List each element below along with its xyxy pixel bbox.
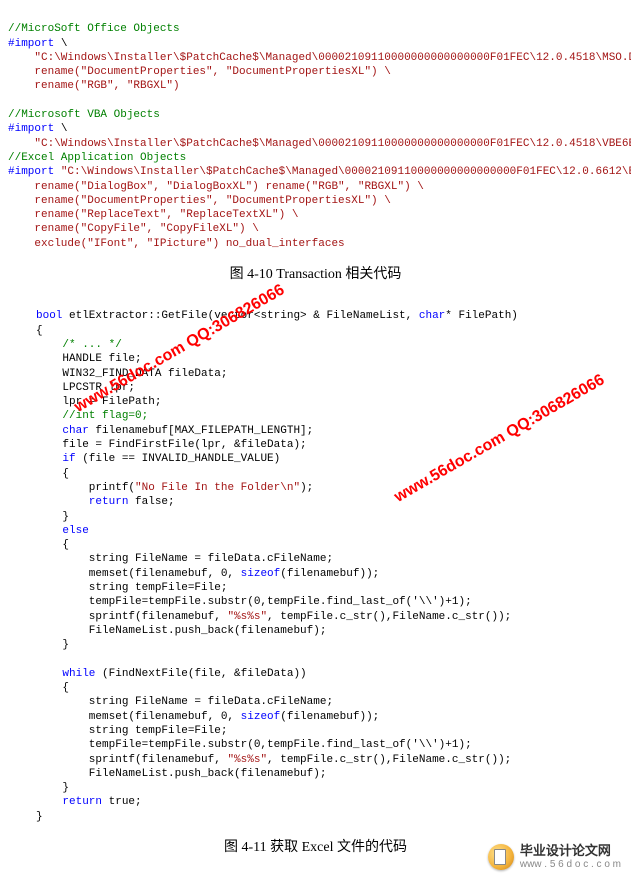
- code-block-getfile: bool etlExtractor::GetFile(vector<string…: [36, 295, 623, 824]
- comment-line: //Microsoft VBA Objects: [8, 109, 160, 121]
- footer-logo-icon: [488, 844, 514, 870]
- footer-title: 毕业设计论文网: [520, 844, 621, 858]
- string-line: "C:\Windows\Installer\$PatchCache$\Manag…: [8, 138, 631, 150]
- pp-line: #import: [8, 38, 61, 50]
- string-line: rename("DialogBox", "DialogBoxXL") renam…: [8, 181, 424, 193]
- site-footer-logo: 毕业设计论文网 www . 5 6 d o c . c o m: [488, 844, 621, 870]
- code-block-import: //MicroSoft Office Objects #import \ "C:…: [8, 8, 623, 251]
- comment-line: //MicroSoft Office Objects: [8, 23, 180, 35]
- figure-caption-4-10: 图 4-10 Transaction 相关代码: [8, 263, 623, 283]
- string-line: exclude("IFont", "IPicture") no_dual_int…: [8, 238, 345, 250]
- string-line: "C:\Windows\Installer\$PatchCache$\Manag…: [8, 52, 631, 64]
- string-line: rename("CopyFile", "CopyFileXL") \: [8, 223, 259, 235]
- footer-url: www . 5 6 d o c . c o m: [520, 859, 621, 870]
- string-line: rename("DocumentProperties", "DocumentPr…: [8, 66, 391, 78]
- pp-line: #import: [8, 123, 61, 135]
- string-line: rename("RGB", "RBGXL"): [8, 80, 180, 92]
- pp-line: #import: [8, 166, 61, 178]
- comment-line: //Excel Application Objects: [8, 152, 186, 164]
- string-line: rename("ReplaceText", "ReplaceTextXL") \: [8, 209, 298, 221]
- string-line: rename("DocumentProperties", "DocumentPr…: [8, 195, 391, 207]
